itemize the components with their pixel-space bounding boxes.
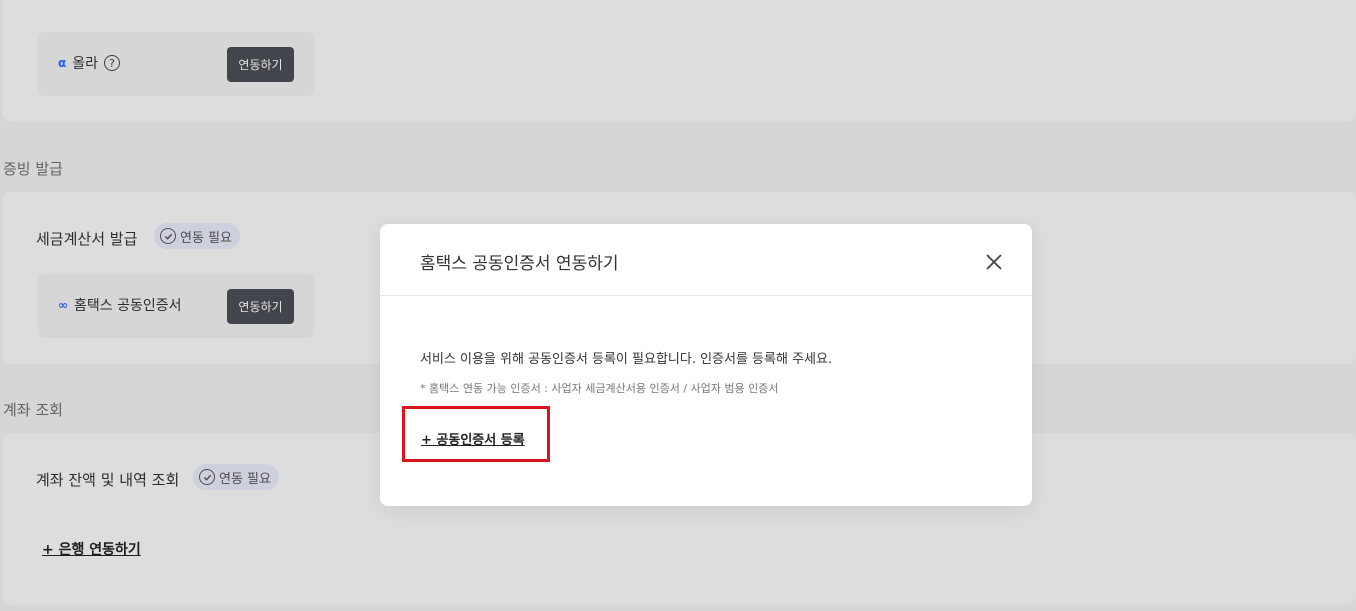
modal-header: 홈택스 공동인증서 연동하기	[380, 224, 1032, 296]
modal-title: 홈택스 공동인증서 연동하기	[420, 254, 619, 274]
highlight-box: + 공동인증서 등록	[402, 406, 550, 462]
hometax-cert-modal: 홈택스 공동인증서 연동하기 서비스 이용을 위해 공동인증서 등록이 필요합니…	[380, 224, 1032, 506]
modal-description: 서비스 이용을 위해 공동인증서 등록이 필요합니다. 인증서를 등록해 주세요…	[420, 352, 833, 367]
close-icon[interactable]	[984, 252, 1004, 272]
register-cert-link[interactable]: + 공동인증서 등록	[421, 429, 525, 448]
modal-note: * 홈택스 연동 가능 인증서 : 사업자 세금계산서용 인증서 / 사업자 범…	[420, 382, 779, 395]
page: α 올라 ? 연동하기 증빙 발급 세금계산서 발급 연동 필요 ∞ 홈택스 공…	[0, 0, 1356, 611]
